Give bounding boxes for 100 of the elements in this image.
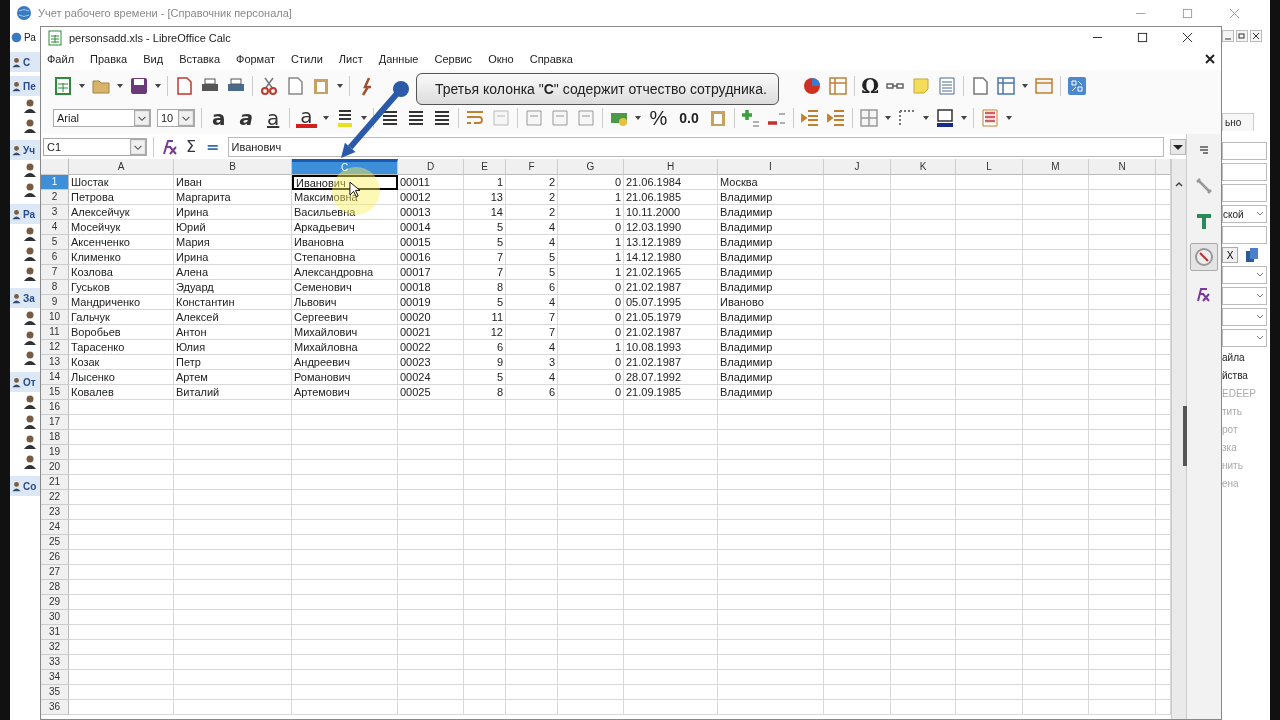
text-style-button[interactable]: a (208, 108, 230, 128)
dropdown-caret-icon[interactable] (337, 84, 343, 88)
row-header[interactable]: 33 (41, 655, 69, 670)
row-header[interactable]: 14 (41, 370, 69, 385)
dropdown-caret-icon[interactable] (634, 116, 641, 120)
column-header[interactable]: E (464, 159, 506, 175)
dropdown-caret-icon[interactable] (1005, 116, 1012, 120)
clear-button[interactable]: X (1222, 247, 1238, 263)
section-header[interactable]: Со (10, 476, 40, 496)
print-range-icon[interactable] (970, 76, 990, 96)
name-box[interactable]: C1 (43, 137, 147, 156)
menu-item[interactable]: Справка (529, 53, 573, 65)
row-header[interactable]: 25 (41, 535, 69, 550)
conditional-format-icon[interactable] (979, 108, 1000, 128)
row-header[interactable]: 32 (41, 640, 69, 655)
row-header[interactable]: 19 (41, 445, 69, 460)
column-header[interactable]: H (624, 159, 718, 175)
column-header[interactable]: A (69, 159, 174, 175)
copy-icon[interactable] (1244, 247, 1260, 263)
person-icon[interactable] (22, 226, 38, 242)
row-header[interactable]: 12 (41, 340, 69, 355)
row-header[interactable]: 23 (41, 505, 69, 520)
input-field[interactable] (1222, 142, 1267, 160)
row-header[interactable]: 10 (41, 310, 69, 325)
section-header[interactable]: Пе (10, 76, 40, 96)
tab[interactable]: ьно (1222, 113, 1254, 131)
spreadsheet-icon[interactable] (53, 76, 73, 96)
pivot-table-icon[interactable] (828, 76, 849, 96)
dropdown-caret-icon[interactable] (117, 84, 123, 88)
sidebar-handle[interactable] (1183, 406, 1187, 466)
number-format-button[interactable]: 0.0 (676, 110, 702, 126)
navigator-icon[interactable] (1067, 76, 1087, 96)
sum-button[interactable]: Σ (184, 137, 199, 156)
column-header[interactable]: G (558, 159, 624, 175)
border-color-icon[interactable] (934, 108, 955, 128)
close-icon[interactable] (1250, 30, 1262, 42)
row-header[interactable]: 35 (41, 685, 69, 700)
column-header[interactable]: N (1089, 159, 1156, 175)
pdf-icon[interactable] (174, 76, 194, 96)
menu-item[interactable]: Формат (236, 53, 276, 65)
row-header[interactable]: 28 (41, 580, 69, 595)
column-header[interactable]: F (506, 159, 558, 175)
input-field[interactable] (1222, 184, 1267, 202)
restore-icon[interactable] (1236, 30, 1248, 42)
column-header[interactable]: L (956, 159, 1023, 175)
row-header[interactable]: 18 (41, 430, 69, 445)
font-name-box[interactable]: Arial (53, 109, 151, 127)
column-header[interactable]: I (718, 159, 824, 175)
row-header[interactable]: 6 (41, 250, 69, 265)
menu-item[interactable]: Правка (90, 53, 128, 65)
row-header[interactable]: 29 (41, 595, 69, 610)
section-header[interactable]: Уч (10, 140, 40, 160)
row-header[interactable]: 7 (41, 265, 69, 280)
row-header[interactable]: 27 (41, 565, 69, 580)
dropdown[interactable]: ской (1222, 205, 1267, 223)
percent-button[interactable]: % (646, 106, 671, 130)
row-header[interactable]: 16 (41, 400, 69, 415)
scroll-up-icon[interactable] (1174, 179, 1184, 189)
input-field[interactable] (1222, 226, 1267, 244)
panel-link[interactable]: йства (1222, 368, 1270, 383)
merge-cells-icon[interactable] (490, 108, 511, 128)
menu-item[interactable]: Лист (338, 53, 363, 65)
text-style-button[interactable]: a (296, 108, 317, 128)
column-header[interactable]: K (891, 159, 956, 175)
dropdown-caret-icon[interactable] (960, 116, 967, 120)
person-icon[interactable] (22, 394, 38, 410)
menu-item[interactable]: Стили (291, 53, 323, 65)
section-header[interactable]: С (10, 52, 40, 72)
special-character-button[interactable]: Ω (861, 74, 879, 98)
save-icon[interactable] (129, 76, 149, 96)
expand-icon[interactable] (1170, 138, 1186, 155)
indent-icon[interactable] (799, 108, 820, 128)
section-header[interactable]: За (10, 288, 40, 308)
text-style-icon[interactable] (1194, 211, 1214, 231)
row-header[interactable]: 2 (41, 190, 69, 205)
row-header[interactable]: 15 (41, 385, 69, 400)
dropdown-caret-icon[interactable] (360, 116, 367, 120)
wrench-icon[interactable] (1194, 176, 1214, 196)
dropdown-caret-icon[interactable] (884, 116, 891, 120)
person-icon[interactable] (22, 182, 38, 198)
function-wizard-icon[interactable] (160, 138, 178, 155)
dropdown-caret-icon[interactable] (155, 84, 161, 88)
person-icon[interactable] (22, 454, 38, 470)
close-icon[interactable] (1205, 54, 1215, 64)
row-header[interactable]: 21 (41, 475, 69, 490)
pie-chart-icon[interactable] (802, 76, 823, 96)
row-header[interactable]: 13 (41, 355, 69, 370)
compass-icon[interactable] (1194, 247, 1214, 267)
row-header[interactable]: 3 (41, 205, 69, 220)
row-header[interactable]: 26 (41, 550, 69, 565)
person-icon[interactable] (22, 330, 38, 346)
menu-item[interactable]: Сервис (434, 53, 473, 65)
font-size-box[interactable]: 10 (157, 109, 195, 127)
section-header[interactable]: Ра (10, 204, 40, 224)
row-header[interactable]: 8 (41, 280, 69, 295)
person-icon[interactable] (22, 118, 38, 134)
formula-button[interactable]: = (204, 137, 222, 156)
person-icon[interactable] (22, 162, 38, 178)
person-icon[interactable] (22, 98, 38, 114)
dropdown-caret-icon[interactable] (922, 116, 929, 120)
